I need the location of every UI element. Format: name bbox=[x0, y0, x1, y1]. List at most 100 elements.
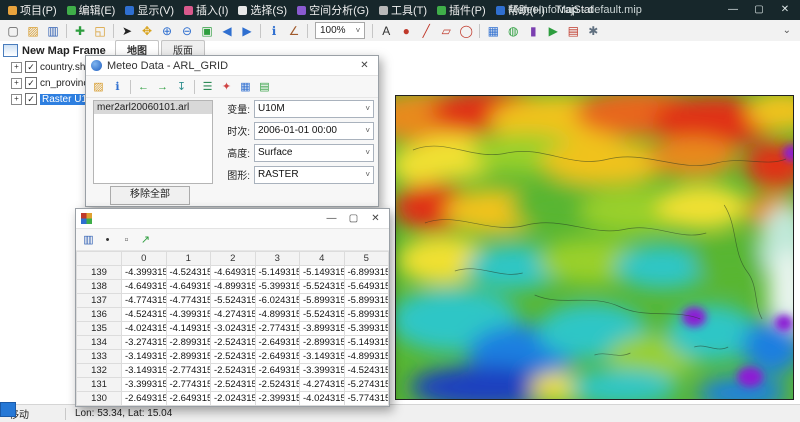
table-cell[interactable]: -4.274315 bbox=[299, 377, 345, 392]
chart-button[interactable]: ↗ bbox=[136, 231, 155, 248]
table-cell[interactable]: -3.149315 bbox=[121, 349, 167, 364]
prev-time-button[interactable]: ← bbox=[134, 78, 153, 95]
row-header[interactable]: 133 bbox=[76, 349, 122, 364]
draw-circle-button[interactable]: ◯ bbox=[456, 22, 476, 40]
menu-item-tools[interactable]: 工具(T) bbox=[374, 0, 432, 20]
maximize-icon[interactable]: ▢ bbox=[345, 209, 362, 228]
zoom-in-button[interactable]: ⊕ bbox=[157, 22, 177, 40]
table-cell[interactable]: -4.899315 bbox=[343, 349, 389, 364]
info-button[interactable]: ℹ bbox=[108, 78, 127, 95]
table-cell[interactable]: -5.149315 bbox=[299, 265, 345, 280]
menu-item-edit[interactable]: 编辑(E) bbox=[62, 0, 121, 20]
data-file-list[interactable]: mer2arl20060101.arl bbox=[93, 100, 213, 184]
table-cell[interactable]: -4.524315 bbox=[343, 363, 389, 378]
pan-button[interactable]: ✥ bbox=[137, 22, 157, 40]
table-cell[interactable]: -4.774315 bbox=[121, 293, 167, 308]
table-cell[interactable]: -2.524315 bbox=[254, 377, 300, 392]
table-cell[interactable]: -2.774315 bbox=[165, 377, 211, 392]
menu-item-project[interactable]: 项目(P) bbox=[3, 0, 62, 20]
minimize-icon[interactable]: — bbox=[323, 209, 340, 228]
row-header[interactable]: 134 bbox=[76, 335, 122, 350]
table-cell[interactable]: -4.899315 bbox=[254, 307, 300, 322]
table-cell[interactable]: -5.524315 bbox=[299, 307, 345, 322]
table-cell[interactable]: -3.399315 bbox=[121, 377, 167, 392]
table-cell[interactable]: -1.774315 bbox=[165, 405, 211, 406]
table-dialog-titlebar[interactable]: — ▢ ✕ bbox=[76, 209, 389, 229]
table-cell[interactable]: -5.274315 bbox=[343, 377, 389, 392]
row-header[interactable]: 135 bbox=[76, 321, 122, 336]
map-button[interactable]: ▤ bbox=[255, 78, 274, 95]
table-cell[interactable]: -2.649315 bbox=[254, 363, 300, 378]
graphic-select[interactable]: RASTER ˅ bbox=[254, 165, 374, 184]
table-cell[interactable]: -3.899315 bbox=[299, 321, 345, 336]
table-cell[interactable]: -2.524315 bbox=[210, 377, 256, 392]
table-cell[interactable]: -5.649315 bbox=[343, 279, 389, 294]
table-cell[interactable]: -5.399315 bbox=[343, 321, 389, 336]
select-button[interactable]: ➤ bbox=[117, 22, 137, 40]
table-cell[interactable]: -3.149315 bbox=[299, 349, 345, 364]
column-header-1[interactable]: 1 bbox=[165, 251, 211, 266]
globe-view-button[interactable]: ◍ bbox=[503, 22, 523, 40]
measure-button[interactable]: ∠ bbox=[284, 22, 304, 40]
map-view-button[interactable]: ▦ bbox=[483, 22, 503, 40]
table-cell[interactable]: -4.899315 bbox=[210, 279, 256, 294]
row-header[interactable]: 129 bbox=[76, 405, 122, 406]
table-cell[interactable]: -3.274315 bbox=[121, 335, 167, 350]
minimize-button[interactable]: — bbox=[720, 0, 746, 20]
animation-button[interactable]: ▶ bbox=[543, 22, 563, 40]
maximize-button[interactable]: ▢ bbox=[746, 0, 772, 20]
table-cell[interactable]: -2.649315 bbox=[165, 391, 211, 406]
table-cell[interactable]: -2.649315 bbox=[254, 349, 300, 364]
table-cell[interactable]: -5.399315 bbox=[254, 279, 300, 294]
table-cell[interactable]: -2.024315 bbox=[210, 391, 256, 406]
table-cell[interactable]: -4.524315 bbox=[299, 405, 345, 406]
menu-item-plugin[interactable]: 插件(P) bbox=[432, 0, 491, 20]
column-header-0[interactable]: 0 bbox=[121, 251, 167, 266]
dot-button[interactable]: • bbox=[98, 231, 117, 248]
row-header[interactable]: 132 bbox=[76, 363, 122, 378]
next-extent-button[interactable]: ▶ bbox=[237, 22, 257, 40]
full-extent-button[interactable]: ▣ bbox=[197, 22, 217, 40]
table-cell[interactable]: -2.899315 bbox=[165, 349, 211, 364]
next-time-button[interactable]: → bbox=[153, 78, 172, 95]
animate-button[interactable]: ✦ bbox=[217, 78, 236, 95]
table-cell[interactable]: -2.649315 bbox=[254, 405, 300, 406]
cell-button[interactable]: ▫ bbox=[117, 231, 136, 248]
table-cell[interactable]: -4.274315 bbox=[210, 307, 256, 322]
row-header[interactable]: 139 bbox=[76, 265, 122, 280]
close-button[interactable]: ✕ bbox=[772, 0, 798, 20]
row-header[interactable]: 136 bbox=[76, 307, 122, 322]
open-data-button[interactable]: ◱ bbox=[90, 22, 110, 40]
system-tray-icon[interactable] bbox=[0, 402, 16, 417]
table-cell[interactable]: -5.899315 bbox=[343, 307, 389, 322]
menu-item-geoprocessing[interactable]: 空间分析(G) bbox=[292, 0, 374, 20]
meteo-dialog-titlebar[interactable]: Meteo Data - ARL_GRID ✕ bbox=[86, 56, 378, 76]
save-button[interactable]: ▥ bbox=[79, 231, 98, 248]
column-header-3[interactable]: 3 bbox=[254, 251, 300, 266]
column-header-4[interactable]: 4 bbox=[299, 251, 345, 266]
draw-line-button[interactable]: ╱ bbox=[416, 22, 436, 40]
list-button[interactable]: ☰ bbox=[198, 78, 217, 95]
row-header[interactable]: 131 bbox=[76, 377, 122, 392]
table-cell[interactable]: -5.024315 bbox=[343, 405, 389, 406]
zoom-level-select[interactable]: 100% ˅ bbox=[315, 22, 366, 39]
menu-item-view[interactable]: 显示(V) bbox=[120, 0, 179, 20]
table-cell[interactable]: -3.399315 bbox=[299, 363, 345, 378]
table-cell[interactable]: -3.149315 bbox=[121, 363, 167, 378]
save-button[interactable]: ▥ bbox=[43, 22, 63, 40]
layer-checkbox[interactable]: ✓ bbox=[25, 61, 37, 73]
table-cell[interactable]: -2.524315 bbox=[210, 363, 256, 378]
new-button[interactable]: ▢ bbox=[3, 22, 23, 40]
settings-button[interactable]: ✱ bbox=[583, 22, 603, 40]
layer-checkbox[interactable]: ✓ bbox=[25, 93, 37, 105]
expand-icon[interactable]: + bbox=[11, 93, 22, 105]
table-cell[interactable]: -2.024315 bbox=[121, 405, 167, 406]
table-cell[interactable]: -6.024315 bbox=[254, 293, 300, 308]
row-header[interactable]: 138 bbox=[76, 279, 122, 294]
zoom-out-button[interactable]: ⊖ bbox=[177, 22, 197, 40]
download-button[interactable]: ↧ bbox=[172, 78, 191, 95]
variable-select[interactable]: U10M ˅ bbox=[254, 99, 374, 118]
table-cell[interactable]: -4.149315 bbox=[165, 321, 211, 336]
menu-item-insert[interactable]: 插入(I) bbox=[179, 0, 233, 20]
table-cell[interactable]: -5.149315 bbox=[343, 335, 389, 350]
